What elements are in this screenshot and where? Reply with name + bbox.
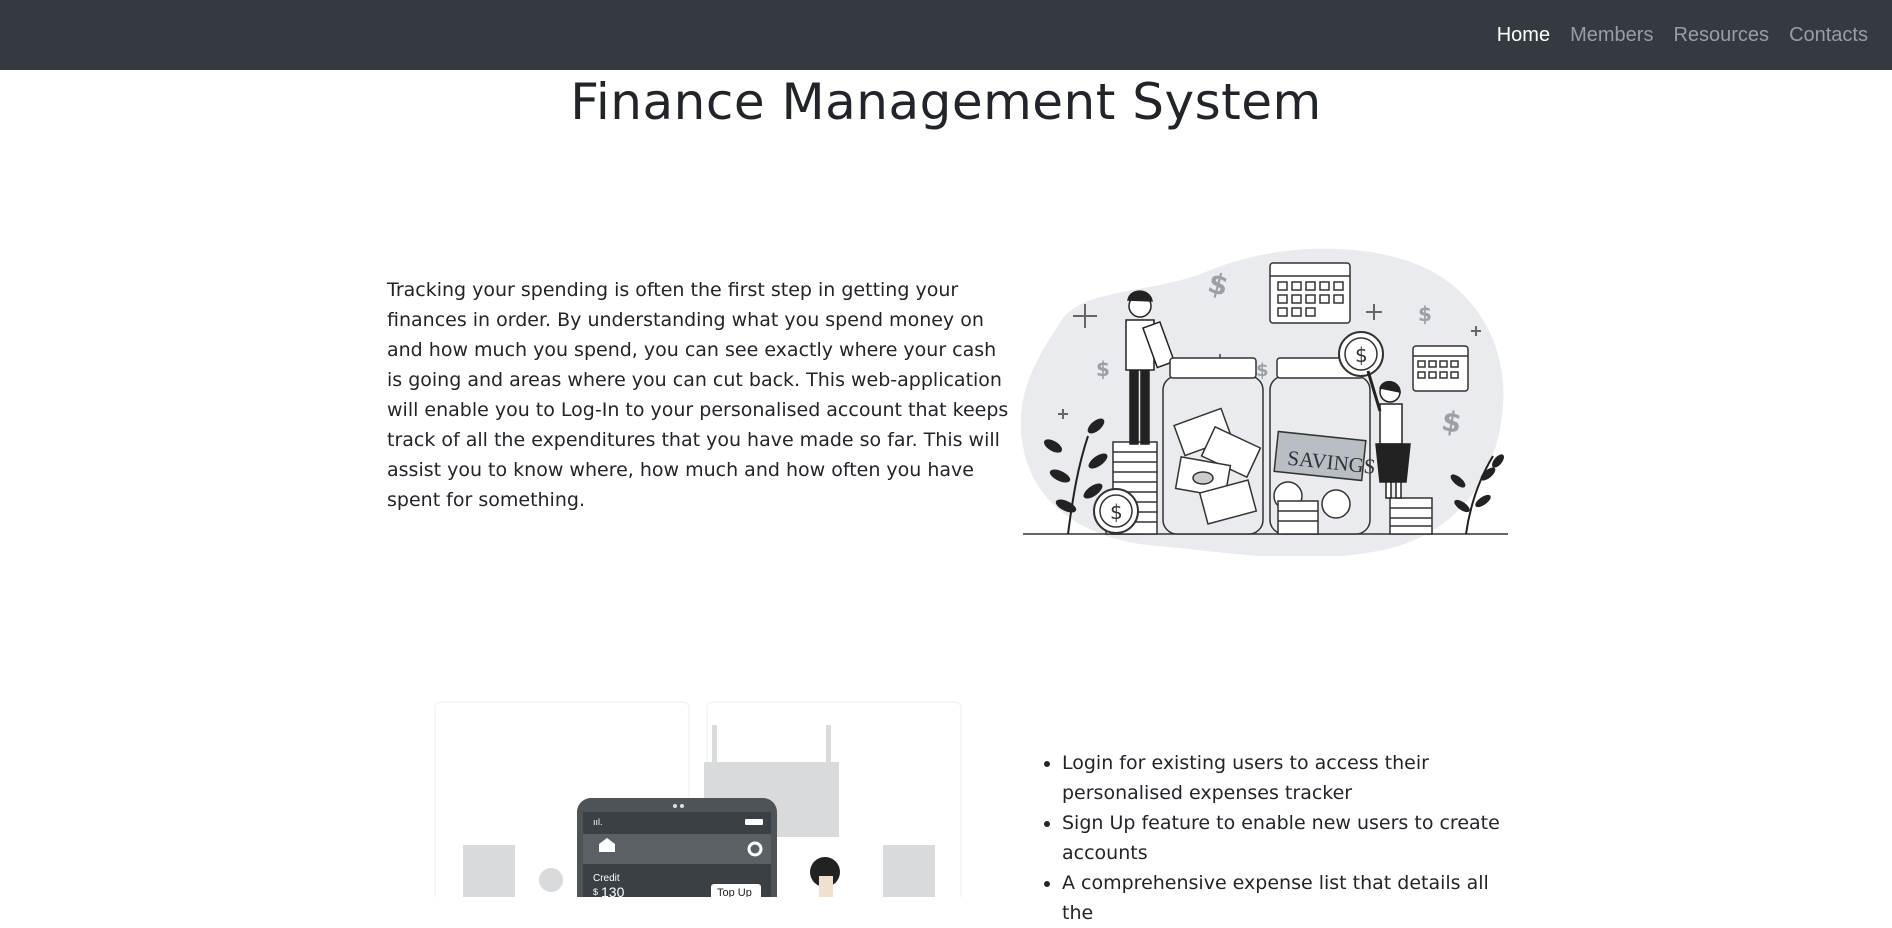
feature-login: Login for existing users to access their… [1062, 748, 1522, 808]
nav-link-resources[interactable]: Resources [1673, 24, 1769, 47]
nav-link-home[interactable]: Home [1497, 24, 1550, 47]
credit-label: Credit [593, 873, 620, 884]
svg-text:$: $ [1110, 500, 1123, 524]
svg-text:$: $ [1096, 357, 1110, 381]
money-jar [1162, 357, 1264, 535]
nav-links: Home Members Resources Contacts [1487, 0, 1878, 70]
phone-mockup: ııl. Credit $ 130 Top Up [577, 798, 777, 897]
dollar-coin-icon: $ [1093, 488, 1139, 534]
feature-expense-list: A comprehensive expense list that detail… [1062, 868, 1522, 928]
svg-text:$: $ [1256, 360, 1269, 381]
top-up-label: Top Up [717, 887, 752, 897]
svg-text:ııl.: ııl. [593, 817, 603, 827]
savings-jars-illustration: $ $ $ $ $ $ SAVINGS $ [1020, 248, 1508, 556]
feature-signup: Sign Up feature to enable new users to c… [1062, 808, 1522, 868]
nav-link-contacts[interactable]: Contacts [1789, 24, 1868, 47]
credit-value: 130 [601, 884, 625, 897]
svg-text:$: $ [1355, 343, 1368, 367]
intro-paragraph: Tracking your spending is often the firs… [387, 279, 1009, 511]
calendar-small-icon [1412, 345, 1469, 392]
dollar-coin-icon: $ [1338, 331, 1384, 377]
page-title: Finance Management System [570, 73, 1322, 131]
top-navbar: Home Members Resources Contacts [0, 0, 1892, 70]
nav-link-members[interactable]: Members [1570, 24, 1653, 47]
calendar-icon [1269, 262, 1351, 324]
feature-list: Login for existing users to access their… [1040, 748, 1522, 928]
app-illustration: ııl. Credit $ 130 Top Up [434, 701, 962, 897]
credit-currency: $ [593, 887, 598, 897]
svg-text:$: $ [1418, 302, 1432, 326]
